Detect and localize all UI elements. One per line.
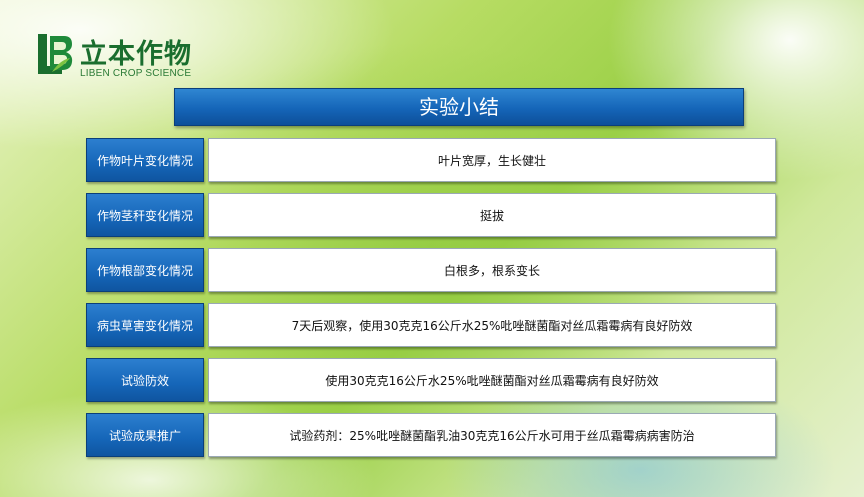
logo-chinese-text: 立本作物 (80, 39, 192, 70)
summary-row-promotion: 试验成果推广 试验药剂：25%吡唑醚菌酯乳油30克克16公斤水可用于丝瓜霜霉病病… (86, 413, 776, 457)
summary-row-root: 作物根部变化情况 白根多，根系变长 (86, 248, 776, 292)
summary-row-efficacy: 试验防效 使用30克克16公斤水25%吡唑醚菌酯对丝瓜霜霉病有良好防效 (86, 358, 776, 402)
row-value: 7天后观察，使用30克克16公斤水25%吡唑醚菌酯对丝瓜霜霉病有良好防效 (208, 303, 776, 347)
row-label: 作物茎秆变化情况 (86, 193, 204, 237)
row-label: 试验防效 (86, 358, 204, 402)
page-title: 实验小结 (174, 88, 744, 126)
summary-row-pest: 病虫草害变化情况 7天后观察，使用30克克16公斤水25%吡唑醚菌酯对丝瓜霜霉病… (86, 303, 776, 347)
row-value: 试验药剂：25%吡唑醚菌酯乳油30克克16公斤水可用于丝瓜霜霉病病害防治 (208, 413, 776, 457)
row-label: 作物根部变化情况 (86, 248, 204, 292)
summary-row-leaf: 作物叶片变化情况 叶片宽厚，生长健壮 (86, 138, 776, 182)
row-label: 作物叶片变化情况 (86, 138, 204, 182)
row-value: 白根多，根系变长 (208, 248, 776, 292)
liben-logo: 立本作物 LIBEN CROP SCIENCE (36, 32, 206, 82)
row-value: 使用30克克16公斤水25%吡唑醚菌酯对丝瓜霜霉病有良好防效 (208, 358, 776, 402)
row-value: 挺拔 (208, 193, 776, 237)
row-label: 试验成果推广 (86, 413, 204, 457)
logo-english-text: LIBEN CROP SCIENCE (80, 68, 192, 79)
row-value: 叶片宽厚，生长健壮 (208, 138, 776, 182)
liben-logo-icon (38, 34, 73, 74)
summary-row-stem: 作物茎秆变化情况 挺拔 (86, 193, 776, 237)
row-label: 病虫草害变化情况 (86, 303, 204, 347)
